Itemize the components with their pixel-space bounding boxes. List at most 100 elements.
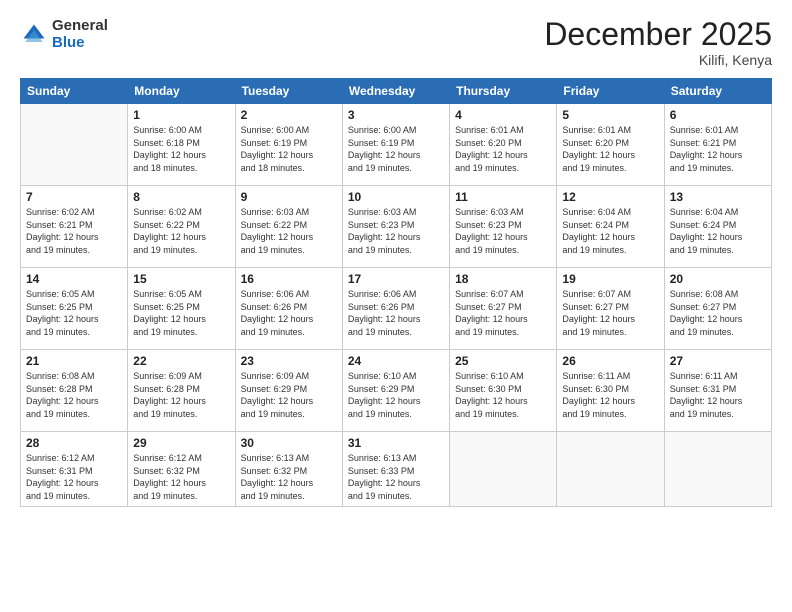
day-info: Sunrise: 6:00 AMSunset: 6:18 PMDaylight:… <box>133 124 229 174</box>
calendar-cell: 11Sunrise: 6:03 AMSunset: 6:23 PMDayligh… <box>450 186 557 268</box>
day-number: 27 <box>670 354 766 368</box>
day-info: Sunrise: 6:02 AMSunset: 6:22 PMDaylight:… <box>133 206 229 256</box>
week-row: 7Sunrise: 6:02 AMSunset: 6:21 PMDaylight… <box>21 186 772 268</box>
weekday-header-row: SundayMondayTuesdayWednesdayThursdayFrid… <box>21 79 772 104</box>
day-info: Sunrise: 6:11 AMSunset: 6:31 PMDaylight:… <box>670 370 766 420</box>
calendar-cell: 26Sunrise: 6:11 AMSunset: 6:30 PMDayligh… <box>557 350 664 432</box>
calendar-cell: 12 Sunrise: 6:04 AMSunset: 6:24 PMDayligh… <box>557 186 664 268</box>
calendar-cell: 10 Sunrise: 6:03 AMSunset: 6:23 PMDayligh… <box>342 186 449 268</box>
calendar: SundayMondayTuesdayWednesdayThursdayFrid… <box>20 78 772 507</box>
day-info: Sunrise: 6:07 AMSunset: 6:27 PMDaylight:… <box>562 288 658 338</box>
day-number: 29 <box>133 436 229 450</box>
day-info: Sunrise: 6:05 AMSunset: 6:25 PMDaylight:… <box>133 288 229 338</box>
day-info: Sunrise: 6:08 AMSunset: 6:28 PMDaylight:… <box>26 370 122 420</box>
day-number: 8 <box>133 190 229 204</box>
day-info: Sunrise: 6:03 AMSunset: 6:23 PMDaylight:… <box>348 206 444 256</box>
day-number: 22 <box>133 354 229 368</box>
day-number: 17 <box>348 272 444 286</box>
day-info: Sunrise: 6:04 AMSunset: 6:24 PMDaylight:… <box>562 206 658 256</box>
day-info: Sunrise: 6:06 AMSunset: 6:26 PMDaylight:… <box>241 288 337 338</box>
day-number: 21 <box>26 354 122 368</box>
weekday-header: Saturday <box>664 79 771 104</box>
day-info: Sunrise: 6:03 AMSunset: 6:22 PMDaylight:… <box>241 206 337 256</box>
day-info: Sunrise: 6:12 AMSunset: 6:32 PMDaylight:… <box>133 452 229 502</box>
week-row: 1 Sunrise: 6:00 AMSunset: 6:18 PMDaylight… <box>21 104 772 186</box>
day-number: 28 <box>26 436 122 450</box>
calendar-cell <box>664 432 771 507</box>
calendar-cell: 8 Sunrise: 6:02 AMSunset: 6:22 PMDaylight… <box>128 186 235 268</box>
day-info: Sunrise: 6:10 AMSunset: 6:29 PMDaylight:… <box>348 370 444 420</box>
calendar-cell <box>450 432 557 507</box>
day-number: 12 <box>562 190 658 204</box>
logo-icon <box>20 21 48 49</box>
calendar-cell: 30 Sunrise: 6:13 AMSunset: 6:32 PMDayligh… <box>235 432 342 507</box>
day-info: Sunrise: 6:09 AMSunset: 6:29 PMDaylight:… <box>241 370 337 420</box>
day-info: Sunrise: 6:06 AMSunset: 6:26 PMDaylight:… <box>348 288 444 338</box>
day-info: Sunrise: 6:08 AMSunset: 6:27 PMDaylight:… <box>670 288 766 338</box>
calendar-cell: 25 Sunrise: 6:10 AMSunset: 6:30 PMDayligh… <box>450 350 557 432</box>
calendar-cell: 9Sunrise: 6:03 AMSunset: 6:22 PMDaylight… <box>235 186 342 268</box>
day-number: 6 <box>670 108 766 122</box>
day-number: 19 <box>562 272 658 286</box>
calendar-cell: 14Sunrise: 6:05 AMSunset: 6:25 PMDayligh… <box>21 268 128 350</box>
week-row: 28 Sunrise: 6:12 AMSunset: 6:31 PMDayligh… <box>21 432 772 507</box>
day-number: 1 <box>133 108 229 122</box>
day-number: 15 <box>133 272 229 286</box>
day-info: Sunrise: 6:10 AMSunset: 6:30 PMDaylight:… <box>455 370 551 420</box>
calendar-cell: 1 Sunrise: 6:00 AMSunset: 6:18 PMDaylight… <box>128 104 235 186</box>
day-number: 10 <box>348 190 444 204</box>
day-info: Sunrise: 6:11 AMSunset: 6:30 PMDaylight:… <box>562 370 658 420</box>
day-number: 25 <box>455 354 551 368</box>
month-title: December 2025 <box>544 18 772 50</box>
day-info: Sunrise: 6:12 AMSunset: 6:31 PMDaylight:… <box>26 452 122 502</box>
calendar-cell: 22 Sunrise: 6:09 AMSunset: 6:28 PMDayligh… <box>128 350 235 432</box>
day-number: 18 <box>455 272 551 286</box>
page: General Blue December 2025 Kilifi, Kenya… <box>0 0 792 612</box>
weekday-header: Wednesday <box>342 79 449 104</box>
day-info: Sunrise: 6:13 AMSunset: 6:32 PMDaylight:… <box>241 452 337 502</box>
day-number: 23 <box>241 354 337 368</box>
day-number: 2 <box>241 108 337 122</box>
day-info: Sunrise: 6:00 AMSunset: 6:19 PMDaylight:… <box>348 124 444 174</box>
day-info: Sunrise: 6:01 AMSunset: 6:21 PMDaylight:… <box>670 124 766 174</box>
day-number: 3 <box>348 108 444 122</box>
day-info: Sunrise: 6:05 AMSunset: 6:25 PMDaylight:… <box>26 288 122 338</box>
day-info: Sunrise: 6:07 AMSunset: 6:27 PMDaylight:… <box>455 288 551 338</box>
weekday-header: Monday <box>128 79 235 104</box>
calendar-cell: 4Sunrise: 6:01 AMSunset: 6:20 PMDaylight… <box>450 104 557 186</box>
calendar-cell: 7Sunrise: 6:02 AMSunset: 6:21 PMDaylight… <box>21 186 128 268</box>
day-number: 31 <box>348 436 444 450</box>
day-number: 20 <box>670 272 766 286</box>
calendar-cell: 17 Sunrise: 6:06 AMSunset: 6:26 PMDayligh… <box>342 268 449 350</box>
calendar-cell: 2 Sunrise: 6:00 AMSunset: 6:19 PMDaylight… <box>235 104 342 186</box>
day-info: Sunrise: 6:09 AMSunset: 6:28 PMDaylight:… <box>133 370 229 420</box>
calendar-cell: 29 Sunrise: 6:12 AMSunset: 6:32 PMDayligh… <box>128 432 235 507</box>
title-block: December 2025 Kilifi, Kenya <box>544 18 772 68</box>
calendar-cell: 27 Sunrise: 6:11 AMSunset: 6:31 PMDayligh… <box>664 350 771 432</box>
day-number: 24 <box>348 354 444 368</box>
day-number: 30 <box>241 436 337 450</box>
day-info: Sunrise: 6:01 AMSunset: 6:20 PMDaylight:… <box>455 124 551 174</box>
calendar-cell: 23 Sunrise: 6:09 AMSunset: 6:29 PMDayligh… <box>235 350 342 432</box>
day-info: Sunrise: 6:00 AMSunset: 6:19 PMDaylight:… <box>241 124 337 174</box>
weekday-header: Tuesday <box>235 79 342 104</box>
weekday-header: Thursday <box>450 79 557 104</box>
calendar-cell: 21 Sunrise: 6:08 AMSunset: 6:28 PMDayligh… <box>21 350 128 432</box>
calendar-cell: 24 Sunrise: 6:10 AMSunset: 6:29 PMDayligh… <box>342 350 449 432</box>
weekday-header: Sunday <box>21 79 128 104</box>
calendar-cell: 13Sunrise: 6:04 AMSunset: 6:24 PMDayligh… <box>664 186 771 268</box>
day-info: Sunrise: 6:13 AMSunset: 6:33 PMDaylight:… <box>348 452 444 502</box>
day-info: Sunrise: 6:03 AMSunset: 6:23 PMDaylight:… <box>455 206 551 256</box>
calendar-cell <box>557 432 664 507</box>
day-number: 13 <box>670 190 766 204</box>
calendar-cell: 15 Sunrise: 6:05 AMSunset: 6:25 PMDayligh… <box>128 268 235 350</box>
weekday-header: Friday <box>557 79 664 104</box>
day-info: Sunrise: 6:01 AMSunset: 6:20 PMDaylight:… <box>562 124 658 174</box>
calendar-cell: 28 Sunrise: 6:12 AMSunset: 6:31 PMDayligh… <box>21 432 128 507</box>
week-row: 21 Sunrise: 6:08 AMSunset: 6:28 PMDayligh… <box>21 350 772 432</box>
calendar-cell: 31 Sunrise: 6:13 AMSunset: 6:33 PMDayligh… <box>342 432 449 507</box>
day-number: 5 <box>562 108 658 122</box>
calendar-cell: 3 Sunrise: 6:00 AMSunset: 6:19 PMDaylight… <box>342 104 449 186</box>
calendar-cell: 6 Sunrise: 6:01 AMSunset: 6:21 PMDaylight… <box>664 104 771 186</box>
day-number: 16 <box>241 272 337 286</box>
